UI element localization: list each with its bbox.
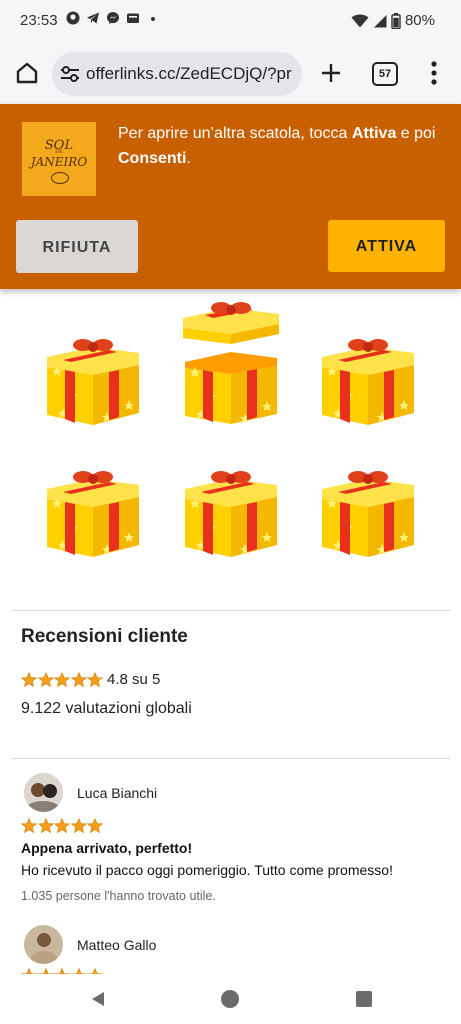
- back-icon[interactable]: [89, 990, 107, 1008]
- battery-icon: [391, 12, 401, 29]
- reviewer-name: Luca Bianchi: [77, 785, 158, 801]
- wifi-icon: [351, 14, 369, 27]
- gift-box[interactable]: [318, 465, 418, 560]
- gift-box-opened[interactable]: [181, 300, 281, 424]
- reviewer-name: Matteo Gallo: [77, 937, 157, 953]
- status-time: 23:53: [20, 12, 58, 29]
- star-icon: [54, 818, 70, 834]
- review-stars: [21, 818, 104, 834]
- brand-logo: SOL DE JANEIRO: [22, 122, 96, 196]
- reviewer-photo: [24, 925, 63, 964]
- star-icon: [87, 818, 103, 834]
- home-icon[interactable]: [14, 60, 40, 86]
- status-bar: 23:53 80%: [0, 0, 461, 42]
- star-icon: [37, 672, 54, 688]
- dot-icon: [151, 17, 155, 21]
- divider: [11, 758, 450, 759]
- star-icon: [37, 818, 54, 834]
- gift-box[interactable]: [318, 333, 418, 428]
- gift-box[interactable]: [181, 465, 281, 560]
- mail-icon: [127, 13, 139, 23]
- url-bar[interactable]: offerlinks.cc/ZedECDjQ/?pr: [52, 52, 302, 96]
- global-ratings-count: 9.122 valutazioni globali: [21, 700, 192, 717]
- star-icon: [21, 672, 37, 688]
- reviewer-photo: [24, 773, 63, 812]
- banner-message: Per aprire un’altra scatola, tocca Attiv…: [118, 125, 436, 167]
- gift-box[interactable]: [43, 333, 143, 428]
- browser-toolbar: offerlinks.cc/ZedECDjQ/?pr 57: [0, 42, 461, 104]
- url-text: offerlinks.cc/ZedECDjQ/?pr: [86, 64, 292, 83]
- logo-emblem: [51, 172, 69, 184]
- permission-banner: SOL DE JANEIRO Per aprire un’altra scato…: [0, 104, 461, 289]
- system-status: 80%: [351, 12, 435, 29]
- rating-text: 4.8 su 5: [107, 671, 161, 688]
- system-nav-bar: [0, 974, 461, 1024]
- divider: [11, 610, 450, 611]
- review-headline: Appena arrivato, perfetto!: [21, 840, 193, 856]
- star-icon: [70, 818, 87, 834]
- star-icon: [70, 672, 87, 688]
- telegram-icon: [87, 12, 99, 24]
- star-icon: [21, 818, 37, 834]
- recents-icon[interactable]: [356, 991, 372, 1007]
- activate-button[interactable]: ATTIVA: [328, 220, 445, 272]
- home-nav-icon[interactable]: [221, 990, 239, 1008]
- battery-percent: 80%: [404, 12, 435, 29]
- github-icon: [66, 11, 80, 25]
- notification-icons: [66, 11, 160, 25]
- gift-box[interactable]: [43, 465, 143, 560]
- reject-button[interactable]: RIFIUTA: [16, 220, 138, 273]
- messenger-icon: [107, 12, 119, 24]
- reviews-title: Recensioni cliente: [21, 626, 188, 647]
- avatar[interactable]: [24, 925, 63, 964]
- review-helpful-count: 1.035 persone l'hanno trovato utile.: [21, 889, 216, 903]
- review-body: Ho ricevuto il pacco oggi pomeriggio. Tu…: [21, 862, 393, 878]
- overflow-menu-icon[interactable]: [430, 60, 438, 86]
- average-rating-stars: [21, 672, 104, 688]
- new-tab-icon[interactable]: [318, 60, 344, 86]
- site-settings-icon[interactable]: [60, 65, 80, 83]
- star-icon: [87, 672, 103, 688]
- star-icon: [54, 672, 70, 688]
- signal-icon: [373, 14, 387, 27]
- avatar[interactable]: [24, 773, 63, 812]
- tab-switcher-button[interactable]: 57: [372, 62, 398, 86]
